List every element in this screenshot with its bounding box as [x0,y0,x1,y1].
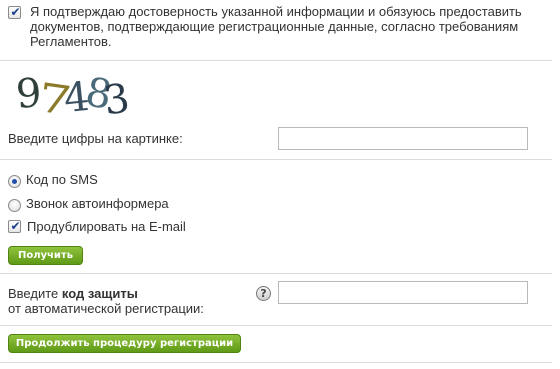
help-icon[interactable]: ? [256,286,271,301]
captcha-digit: 3 [100,75,133,125]
divider [0,60,552,61]
agreement-text: Я подтверждаю достоверность указанной ин… [30,4,560,49]
duplicate-email-label[interactable]: Продублировать на E-mail [27,219,186,234]
get-code-button[interactable]: Получить [8,246,83,265]
checkmark-icon: ✔ [10,5,21,19]
autocall-radio[interactable] [8,199,21,212]
agreement-line: Регламентов. [30,34,112,49]
protection-label-bold: код защиты [61,286,138,301]
captcha-input[interactable] [278,127,528,150]
agreement-line: документов, подтверждающие регистрационн… [30,19,519,34]
radio-selected-dot [12,179,17,184]
divider [0,273,552,274]
captcha-image: 9 7 4 8 3 [12,69,142,125]
sms-option-label[interactable]: Код по SMS [26,172,98,187]
checkmark-icon: ✔ [10,219,21,233]
protection-label: Введите код защиты от автоматической рег… [8,286,204,316]
protection-label-line2: от автоматической регистрации: [8,301,204,316]
divider [0,159,552,160]
divider [0,325,552,326]
agreement-section: ✔ Я подтверждаю достоверность указанной … [0,0,560,58]
duplicate-email-checkbox[interactable]: ✔ [8,219,21,233]
continue-registration-button[interactable]: Продолжить процедуру регистрации [8,334,241,353]
captcha-label: Введите цифры на картинке: [8,131,183,146]
agreement-line: Я подтверждаю достоверность указанной ин… [30,4,522,19]
sms-radio[interactable] [8,175,21,188]
protection-code-input[interactable] [278,281,528,304]
protection-label-prefix: Введите [8,286,62,301]
agreement-checkbox[interactable]: ✔ [8,5,21,19]
divider [0,362,552,363]
autocall-option-label[interactable]: Звонок автоинформера [26,196,169,211]
